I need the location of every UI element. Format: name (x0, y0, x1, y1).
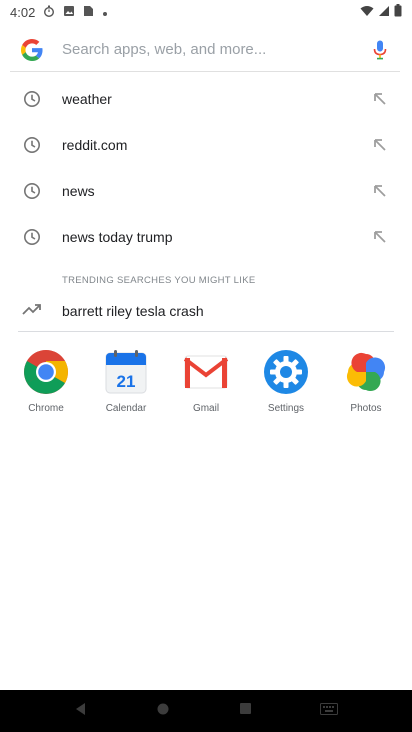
trending-item[interactable]: barrett riley tesla crash (0, 292, 412, 330)
suggestion-item-reddit[interactable]: reddit.com (0, 122, 412, 168)
signal-icon (378, 5, 390, 20)
microphone-icon[interactable] (360, 40, 400, 60)
suggestion-item-weather[interactable]: weather (0, 76, 412, 122)
history-clock-icon (22, 89, 42, 109)
trending-label: barrett riley tesla crash (62, 303, 204, 319)
suggestion-item-news[interactable]: news (0, 168, 412, 214)
suggestion-label: weather (62, 91, 112, 107)
dot-icon (102, 5, 108, 20)
file-icon (83, 5, 94, 20)
gmail-icon (182, 348, 230, 396)
image-icon (63, 5, 75, 20)
suggestion-list: weather reddit.com news news today trump (0, 76, 412, 260)
insert-query-arrow-icon[interactable] (370, 181, 390, 201)
app-label: Gmail (192, 403, 220, 414)
app-calendar[interactable]: 21 Calendar (86, 348, 166, 414)
insert-query-arrow-icon[interactable] (370, 227, 390, 247)
calendar-day: 21 (117, 372, 136, 391)
app-settings[interactable]: Settings (246, 348, 326, 414)
app-label: Photos (350, 403, 382, 414)
google-logo-icon[interactable] (10, 38, 54, 61)
settings-gear-icon (262, 348, 310, 396)
suggestion-label: news (62, 183, 95, 199)
divider (18, 331, 394, 332)
recents-button[interactable] (239, 702, 252, 720)
trending-arrow-icon (22, 302, 42, 321)
status-left: 4:02 (10, 5, 108, 20)
calendar-icon: 21 (102, 348, 150, 396)
app-label: Chrome (28, 403, 64, 414)
app-photos[interactable]: Photos (326, 348, 406, 414)
insert-query-arrow-icon[interactable] (370, 89, 390, 109)
wifi-icon (360, 5, 374, 20)
app-label: Settings (267, 403, 305, 414)
search-input[interactable] (54, 41, 360, 58)
app-suggestions: Chrome 21 Calendar Gmail Settings Photos (6, 348, 406, 414)
back-button[interactable] (74, 702, 88, 721)
suggestion-label: news today trump (62, 229, 173, 245)
history-clock-icon (22, 181, 42, 201)
search-bar (10, 28, 400, 72)
battery-icon (394, 4, 402, 20)
suggestion-item-news-today-trump[interactable]: news today trump (0, 214, 412, 260)
suggestion-label: reddit.com (62, 137, 128, 153)
insert-query-arrow-icon[interactable] (370, 135, 390, 155)
app-label: Calendar (105, 403, 147, 414)
app-gmail[interactable]: Gmail (166, 348, 246, 414)
history-clock-icon (22, 227, 42, 247)
keyboard-icon[interactable] (319, 702, 338, 720)
status-bar: 4:02 (0, 0, 412, 24)
chrome-icon (22, 348, 70, 396)
home-button[interactable] (156, 702, 170, 721)
stopwatch-icon (43, 5, 55, 20)
status-right (360, 4, 402, 20)
navigation-bar (0, 690, 412, 732)
photos-pinwheel-icon (342, 348, 390, 396)
status-time: 4:02 (10, 4, 36, 20)
history-clock-icon (22, 135, 42, 155)
app-chrome[interactable]: Chrome (6, 348, 86, 414)
trending-header: TRENDING SEARCHES YOU MIGHT LIKE (62, 275, 256, 286)
